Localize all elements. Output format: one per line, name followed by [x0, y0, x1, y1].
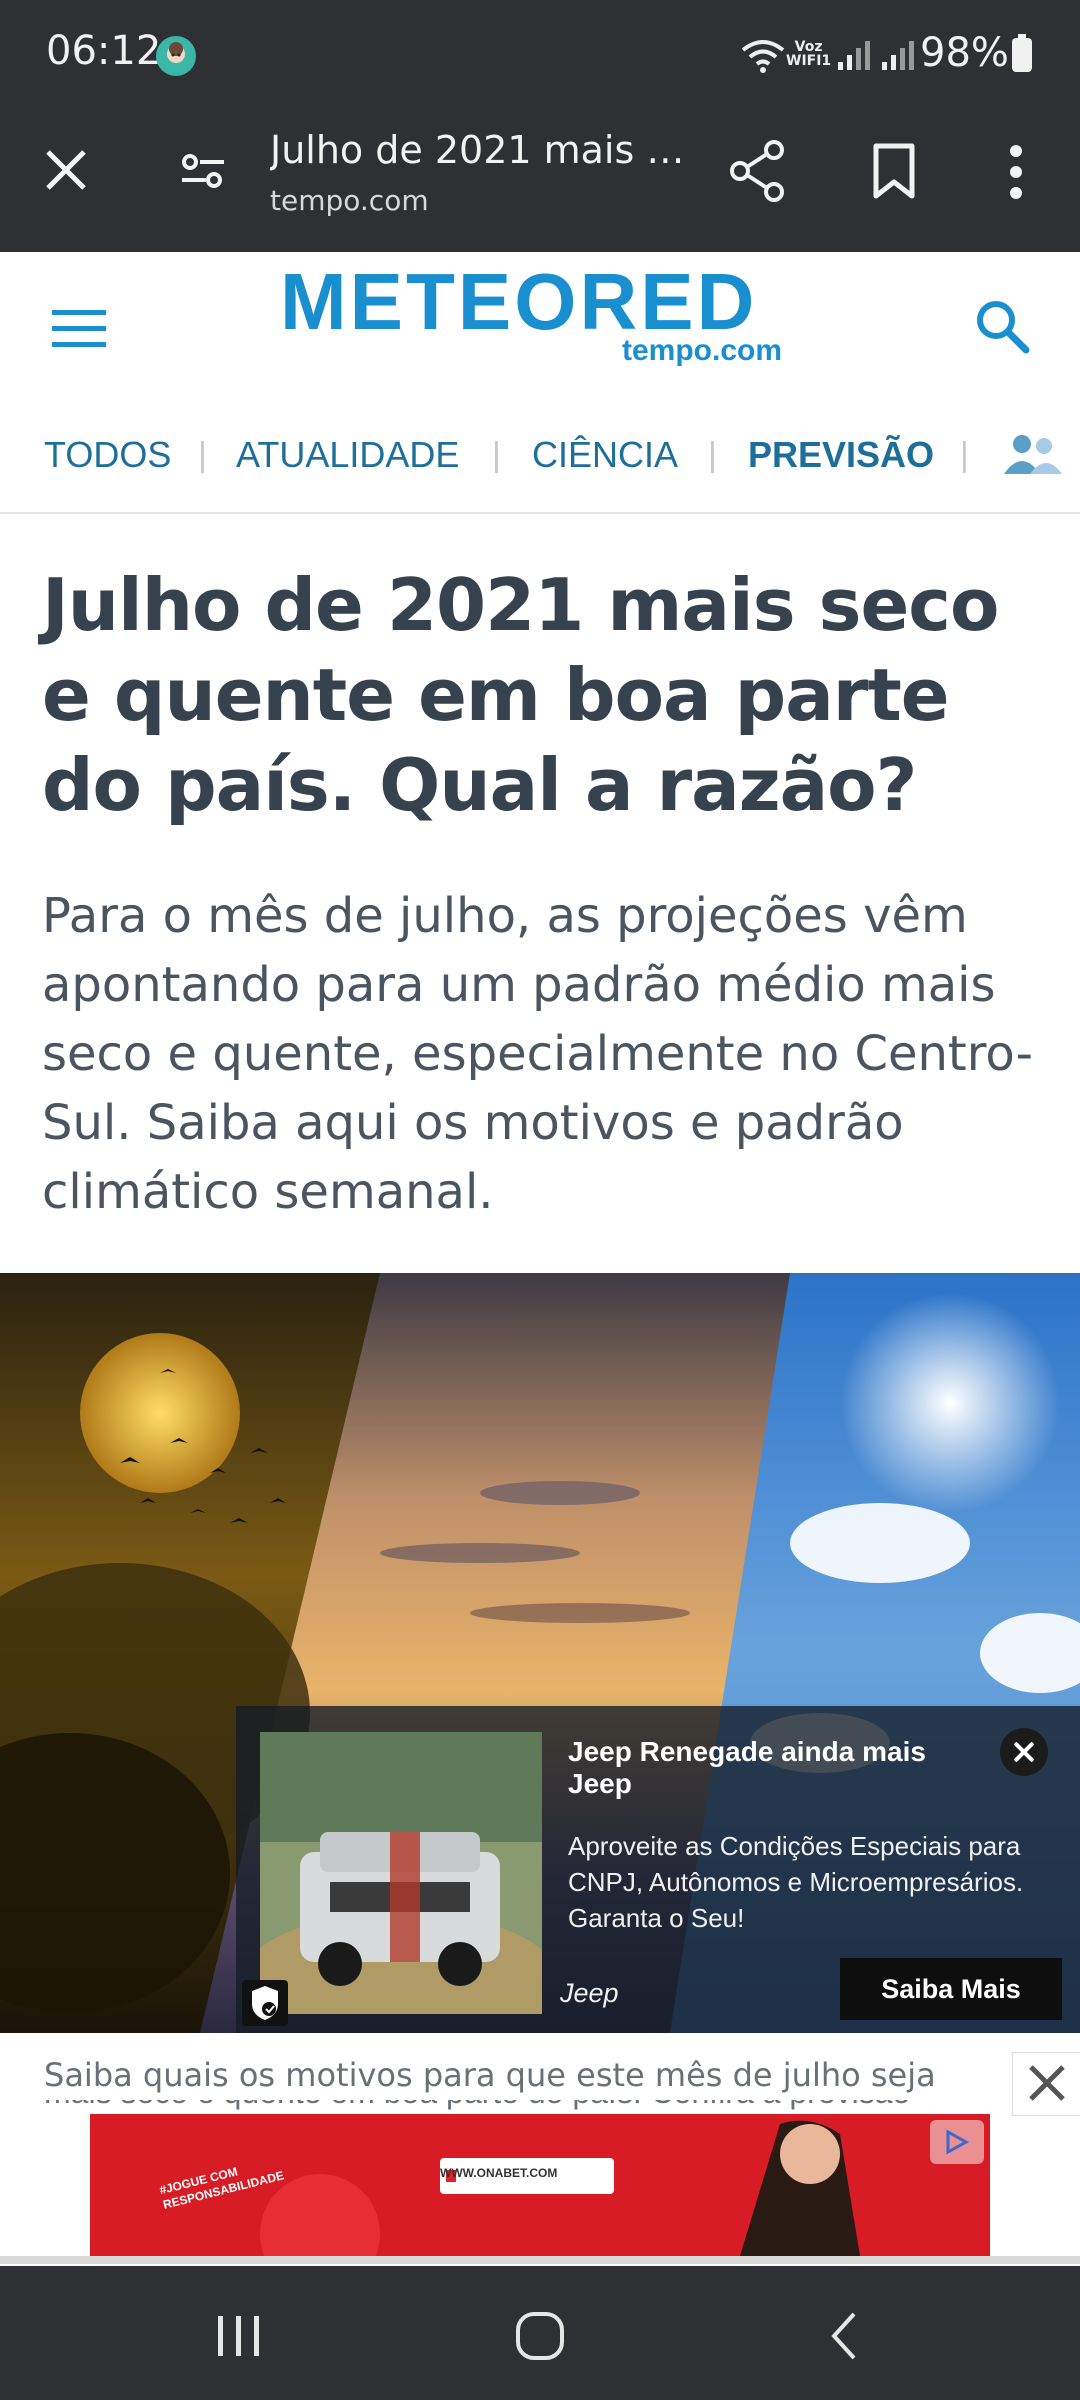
nav-separator: |: [492, 436, 501, 474]
voz-label: Voz: [794, 39, 823, 55]
nav-separator: |: [960, 436, 969, 474]
nav-previsao[interactable]: PREVISÃO: [748, 434, 934, 476]
nav-separator: |: [708, 436, 717, 474]
ad-description: Aproveite as Condições Especiais para CN…: [568, 1831, 1024, 1933]
bookmark-icon[interactable]: [870, 142, 918, 200]
battery-percentage: 98%: [920, 30, 1009, 76]
recent-apps-icon[interactable]: [214, 2314, 264, 2358]
ad-brand: Jeep: [560, 1978, 619, 2008]
app-notification-icon: [156, 36, 196, 76]
article-headline: Julho de 2021 mais seco e quente em boa …: [42, 563, 999, 827]
more-vert-icon[interactable]: [1004, 144, 1028, 200]
close-icon: [1029, 2065, 1065, 2101]
search-icon[interactable]: [972, 296, 1032, 356]
ad-title[interactable]: Jeep Renegade ainda mais Jeep: [568, 1736, 968, 1800]
article-summary: Para o mês de julho, as projeções vêm ap…: [42, 888, 1033, 1220]
community-icon[interactable]: [1000, 432, 1064, 478]
battery-icon: [1012, 38, 1032, 72]
caption-cut-text: mais seco e quente em boa parte do país.…: [44, 2100, 994, 2111]
wifi1-label: WIFI1: [786, 53, 832, 69]
nav-ciencia[interactable]: CIÊNCIA: [532, 434, 678, 476]
nav-separator: |: [198, 436, 207, 474]
page-domain[interactable]: tempo.com: [270, 184, 429, 217]
ad-close-button[interactable]: [1000, 1728, 1048, 1776]
nav-atualidade[interactable]: ATUALIDADE: [236, 434, 459, 476]
status-time: 06:12: [46, 28, 162, 74]
banner-url: WWW.ONABET.COM: [440, 2166, 558, 2180]
image-caption-continued: mais seco e quente em boa parte do país.…: [44, 2100, 994, 2114]
banner-divider: [0, 2256, 1080, 2264]
nav-todos[interactable]: TODOS: [44, 434, 171, 476]
signal-icon-2: [882, 41, 914, 70]
page-title[interactable]: Julho de 2021 mais s…: [270, 128, 700, 172]
site-settings-icon[interactable]: [180, 148, 226, 194]
home-icon[interactable]: [514, 2310, 566, 2362]
hamburger-menu-icon[interactable]: [52, 310, 106, 348]
ad-thumbnail[interactable]: [260, 1732, 542, 2014]
close-icon[interactable]: [44, 148, 88, 192]
voz-wifi-label: Voz WIFI1: [786, 40, 831, 68]
image-caption: Saiba quais os motivos para que este mês…: [44, 2056, 936, 2094]
wifi-icon: [741, 40, 785, 73]
ad-shield-icon[interactable]: [242, 1980, 288, 2026]
logo-subtitle: tempo.com: [622, 334, 783, 367]
back-icon[interactable]: [826, 2310, 860, 2362]
ad-cta-button[interactable]: Saiba Mais: [840, 1958, 1062, 2020]
signal-icon-1: [838, 41, 870, 70]
close-icon: [1013, 1741, 1035, 1763]
share-icon[interactable]: [730, 140, 786, 202]
banner-close-button[interactable]: [1012, 2052, 1080, 2116]
